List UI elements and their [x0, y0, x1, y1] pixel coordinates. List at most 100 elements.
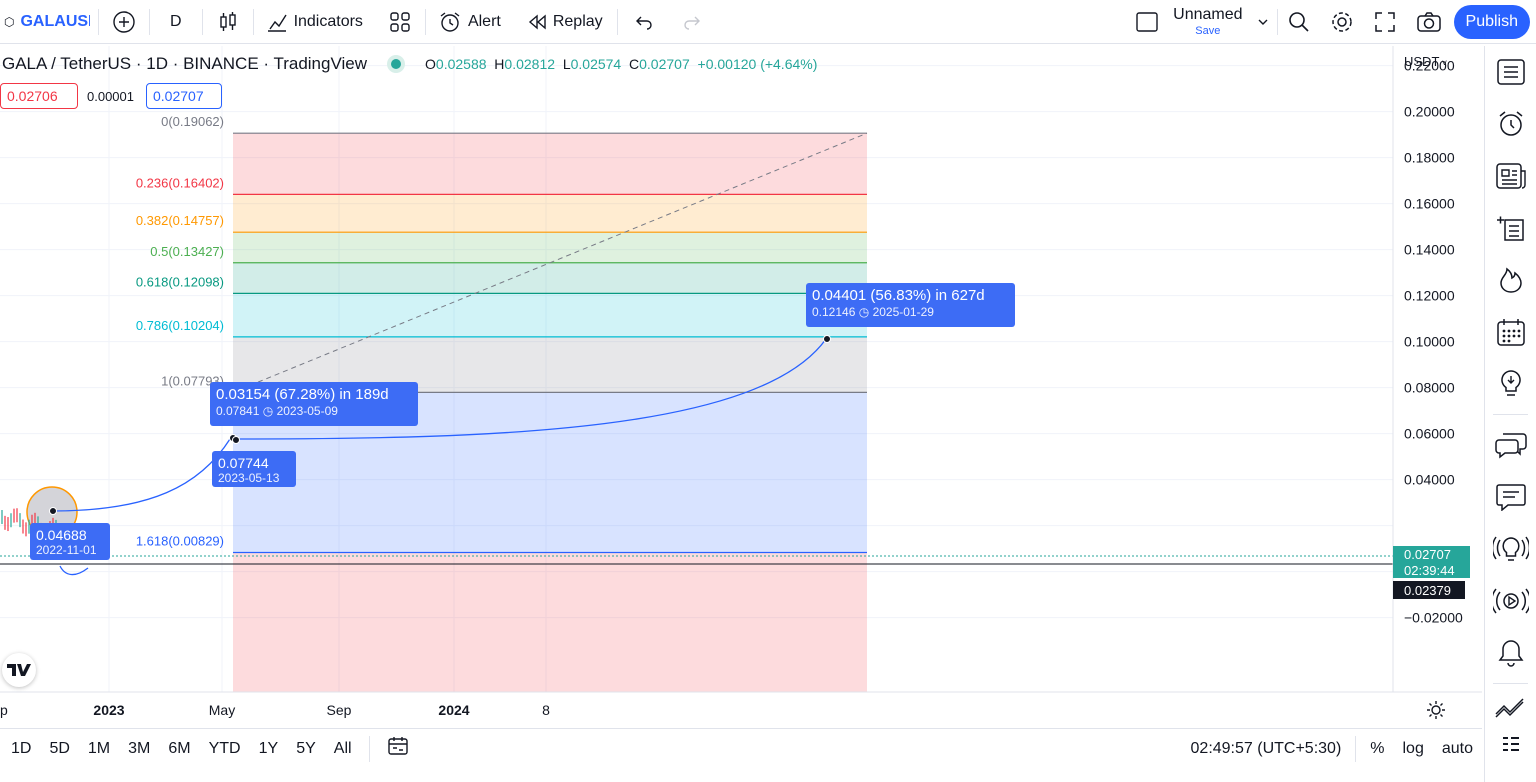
clock-icon: ◷: [262, 404, 274, 418]
interval-button[interactable]: D: [150, 0, 202, 44]
chart-pane[interactable]: 0(0.19062) 0.236(0.16402) 0.382(0.14757) 0.…: [0, 46, 1482, 726]
add-note-icon: [1496, 216, 1524, 241]
calendar-button[interactable]: [1485, 306, 1536, 358]
tv-logo-icon: [7, 664, 31, 676]
time-axis[interactable]: p 2023 May Sep 2024 8: [0, 691, 1482, 726]
tradingview-logo[interactable]: [2, 653, 36, 687]
fib-zone: [233, 194, 867, 233]
range-all[interactable]: All: [325, 740, 361, 758]
symbol-legend: GALA / TetherUS · 1D · BINANCE · Trading…: [2, 54, 817, 74]
messages-button[interactable]: [1485, 471, 1536, 523]
countdown-text: 02:39:44: [1404, 563, 1455, 578]
streaming-idea-icon: [1492, 536, 1529, 561]
range-3m[interactable]: 3M: [119, 740, 159, 758]
redo-button[interactable]: [670, 0, 714, 44]
ask-price-box[interactable]: 0.02707: [146, 83, 222, 109]
chats-icon: [1494, 433, 1527, 459]
replay-button[interactable]: Replay: [513, 0, 617, 44]
redo-icon: [683, 16, 700, 30]
fib-level-label: 0.5(0.13427): [150, 244, 224, 259]
price-axis[interactable]: 0.220000.200000.180000.160000.140000.120…: [1392, 46, 1482, 726]
alarm-clock-icon: [1499, 111, 1522, 136]
message-icon: [1495, 484, 1526, 511]
object-tree-button[interactable]: [1485, 688, 1536, 728]
notifications-button[interactable]: [1485, 627, 1536, 679]
range-1d[interactable]: 1D: [2, 740, 40, 758]
range-6m[interactable]: 6M: [159, 740, 199, 758]
streams-button[interactable]: [1485, 575, 1536, 627]
layout-square-icon: [1136, 11, 1158, 32]
hotlists-button[interactable]: [1485, 254, 1536, 306]
snapshot-button[interactable]: [1406, 0, 1452, 44]
rewind-icon: [528, 13, 546, 30]
save-label[interactable]: Save: [1195, 25, 1220, 37]
price-tick: 0.08000: [1404, 380, 1455, 396]
candles-icon: [219, 11, 236, 31]
percent-toggle[interactable]: %: [1356, 740, 1393, 758]
range-ytd[interactable]: YTD: [200, 740, 250, 758]
anchor-point: [232, 436, 240, 444]
flame-icon: [1499, 267, 1522, 293]
trend-lines-icon: [1494, 698, 1524, 718]
settings-button[interactable]: [1320, 0, 1364, 44]
price-tick: 0.04000: [1404, 472, 1455, 488]
ohlc-values: O0.02588 H0.02812 L0.02574 C0.02707 +0.0…: [425, 56, 818, 72]
templates-button[interactable]: [375, 0, 425, 44]
time-tick: 8: [542, 702, 550, 718]
price-note-callout[interactable]: 0.04688 2022-11-01: [30, 523, 110, 560]
interval-label: D: [170, 12, 182, 30]
time-tick: May: [209, 702, 235, 718]
range-5d[interactable]: 5D: [40, 740, 78, 758]
callout-main: 0.04401 (56.83%) in 627d: [812, 287, 985, 304]
fib-level-label: 0.236(0.16402): [136, 175, 224, 190]
projection-callout[interactable]: 0.04401 (56.83%) in 627d 0.12146 ◷ 2025-…: [806, 283, 1015, 327]
currency-selector[interactable]: USDT ˅: [1404, 54, 1447, 69]
ideas-button[interactable]: [1485, 358, 1536, 410]
compare-button[interactable]: [99, 0, 149, 44]
calendar-range-icon: [387, 737, 408, 755]
ideas-stream-button[interactable]: [1485, 523, 1536, 575]
clock-icon: ◷: [858, 305, 870, 319]
fullscreen-button[interactable]: [1364, 0, 1406, 44]
fib-level-label: 0.786(0.10204): [136, 318, 224, 333]
more-button[interactable]: [1485, 728, 1536, 758]
chart-settings-sun[interactable]: [1426, 700, 1446, 725]
chats-button[interactable]: [1485, 419, 1536, 471]
projection-callout[interactable]: 0.03154 (67.28%) in 189d 0.07841 ◷ 2023-…: [210, 382, 418, 426]
alert-button[interactable]: Alert: [426, 0, 513, 44]
bell-icon: [1498, 640, 1523, 667]
legend-title[interactable]: GALA / TetherUS · 1D · BINANCE · Trading…: [2, 54, 367, 74]
bid-price-box[interactable]: 0.02706: [0, 83, 78, 109]
news-button[interactable]: [1485, 150, 1536, 202]
watchlist-button[interactable]: [1485, 46, 1536, 98]
alerts-button[interactable]: [1485, 98, 1536, 150]
log-toggle[interactable]: log: [1394, 740, 1433, 758]
indicators-button[interactable]: Indicators: [254, 0, 375, 44]
auto-toggle[interactable]: auto: [1433, 740, 1482, 758]
price-tick: 0.12000: [1404, 288, 1455, 304]
range-1m[interactable]: 1M: [79, 740, 119, 758]
callout-date: 2025-01-29: [872, 305, 934, 319]
top-toolbar: ⬡ GALAUSD D Indicators Alert Replay Unna…: [0, 0, 1536, 44]
range-5y[interactable]: 5Y: [287, 740, 325, 758]
camera-icon: [1416, 11, 1441, 32]
divider: [1493, 683, 1528, 684]
fib-level-label: 0.382(0.14757): [136, 213, 224, 228]
fib-level-label: 0(0.19062): [161, 114, 224, 129]
goto-date-button[interactable]: [378, 736, 418, 761]
fib-zone: [233, 293, 867, 337]
price-note-callout[interactable]: 0.07744 2023-05-13: [212, 451, 296, 487]
fullscreen-icon: [1374, 11, 1395, 32]
notes-button[interactable]: [1485, 202, 1536, 254]
undo-button[interactable]: [618, 0, 670, 44]
range-1y[interactable]: 1Y: [250, 740, 288, 758]
timezone-clock[interactable]: 02:49:57 (UTC+5:30): [1182, 740, 1356, 758]
search-button[interactable]: [1278, 0, 1320, 44]
chart-type-button[interactable]: [203, 0, 253, 44]
indicators-label: Indicators: [293, 12, 363, 30]
fib-level-label: 1.618(0.00829): [136, 534, 224, 549]
calendar-icon: [1496, 319, 1525, 346]
symbol-search[interactable]: ⬡ GALAUSD: [0, 0, 98, 44]
publish-button[interactable]: Publish: [1453, 4, 1530, 39]
layout-menu[interactable]: Unnamed Save: [1127, 0, 1276, 44]
